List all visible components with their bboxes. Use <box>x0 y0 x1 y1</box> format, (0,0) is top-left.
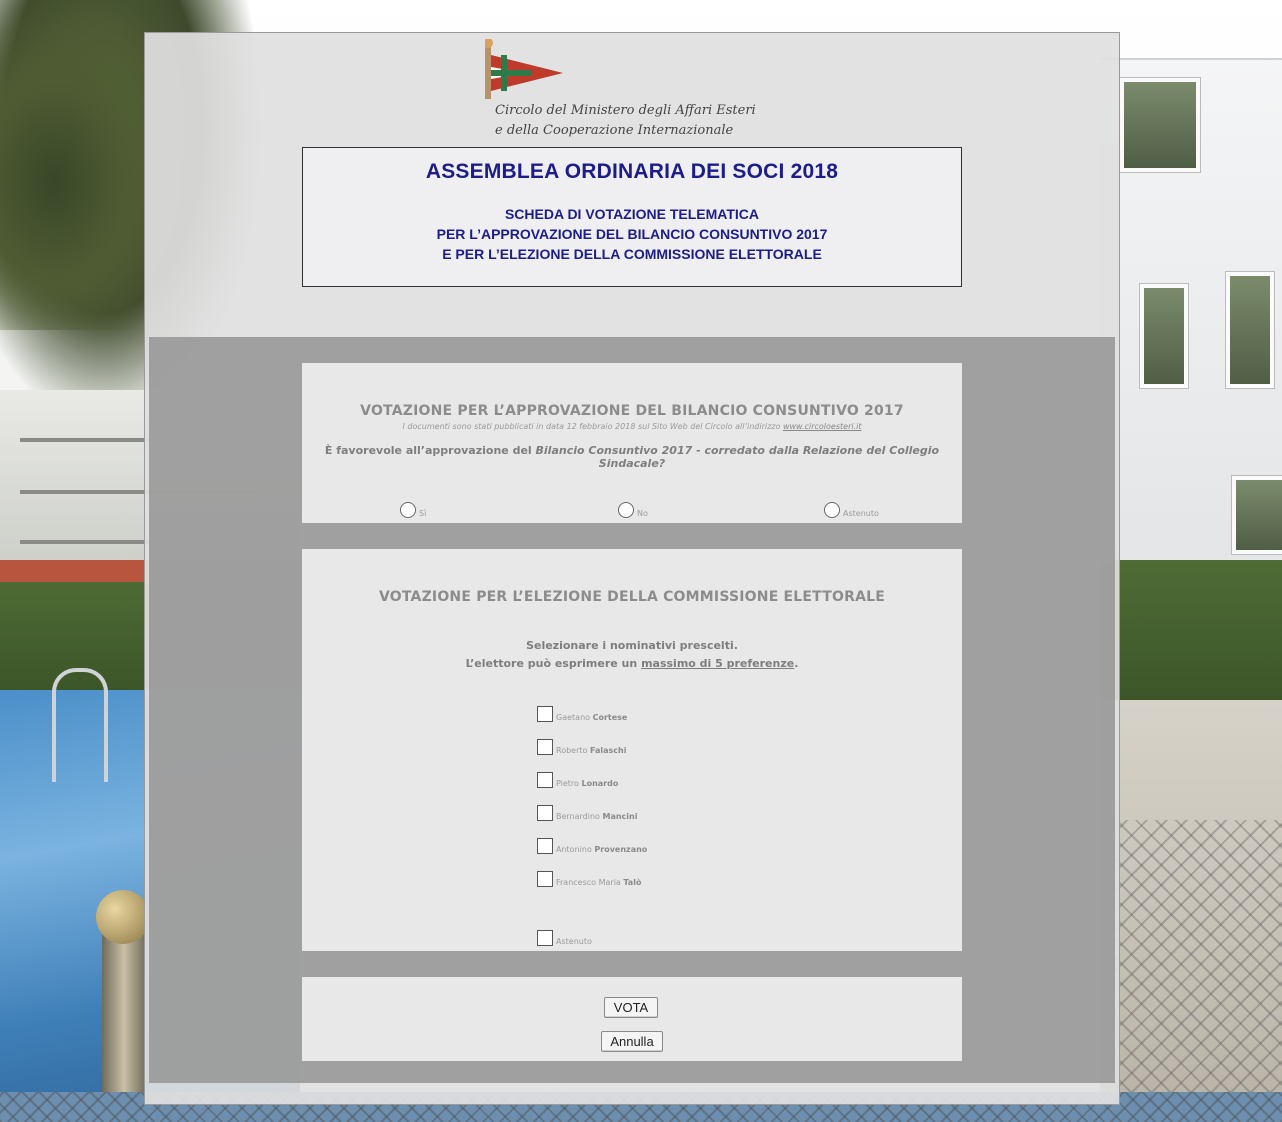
bg-window <box>1120 78 1200 172</box>
page-subtitle: SCHEDA DI VOTAZIONE TELEMATICA PER L’APP… <box>303 204 961 264</box>
option-astenuto-label: Astenuto <box>843 509 879 518</box>
ballot-frame: Circolo del Ministero degli Affari Ester… <box>144 32 1120 1105</box>
radio-astenuto[interactable] <box>824 501 840 518</box>
instr-max: massimo di 5 preferenze <box>641 657 795 670</box>
club-name-line2: e della Cooperazione Internazionale <box>495 123 734 138</box>
option-no[interactable]: No <box>618 499 648 519</box>
candidate-first: Gaetano <box>556 713 591 722</box>
bg-pool-ladder <box>52 668 108 782</box>
candidate-item[interactable]: Bernardino Mancini <box>537 802 837 835</box>
candidate-last: Talò <box>623 878 642 887</box>
abstain-label: Astenuto <box>556 937 592 946</box>
commissione-instructions: Selezionare i nominativi prescelti. L’el… <box>302 637 962 673</box>
candidate-item[interactable]: Pietro Lonardo <box>537 769 837 802</box>
candidate-checkbox[interactable] <box>537 804 553 821</box>
bilancio-section: VOTAZIONE PER L’APPROVAZIONE DEL BILANCI… <box>302 363 962 523</box>
candidate-checkbox[interactable] <box>537 705 553 722</box>
candidate-label: Pietro Lonardo <box>556 779 618 788</box>
bilancio-options: Sì No Astenuto <box>302 499 962 519</box>
candidate-label: Roberto Falaschi <box>556 746 626 755</box>
instr-line2: L’elettore può esprimere un massimo di 5… <box>302 655 962 673</box>
commissione-section: VOTAZIONE PER L’ELEZIONE DELLA COMMISSIO… <box>302 549 962 951</box>
site-link[interactable]: www.circoloesteri.it <box>783 422 862 431</box>
bg-window <box>1140 284 1188 388</box>
candidate-last: Lonardo <box>581 779 619 788</box>
bg-hedge <box>1100 560 1282 710</box>
candidate-last: Provenzano <box>594 845 648 854</box>
candidate-first: Bernardino <box>556 812 600 821</box>
option-no-label: No <box>637 509 648 518</box>
club-logo: Circolo del Ministero degli Affari Ester… <box>485 39 785 147</box>
note-text: I documenti sono stati pubblicati in dat… <box>402 422 781 431</box>
radio-no[interactable] <box>618 501 634 518</box>
candidate-first: Francesco Maria <box>556 878 621 887</box>
candidate-list: Gaetano Cortese Roberto Falaschi Pietro … <box>537 703 837 901</box>
candidate-first: Roberto <box>556 746 588 755</box>
candidate-label: Francesco Maria Talò <box>556 878 641 887</box>
flag-icon <box>485 39 563 99</box>
page-title: ASSEMBLEA ORDINARIA DEI SOCI 2018 <box>425 160 839 183</box>
annulla-button[interactable]: Annulla <box>601 1031 663 1052</box>
instr-prefix: L’elettore può esprimere un <box>465 657 638 670</box>
candidate-checkbox[interactable] <box>537 870 553 887</box>
option-si-label: Sì <box>419 509 427 518</box>
candidate-first: Antonino <box>556 845 592 854</box>
candidate-label: Bernardino Mancini <box>556 812 637 821</box>
candidate-label: Gaetano Cortese <box>556 713 627 722</box>
question-prefix: È favorevole all’approvazione del <box>324 444 532 457</box>
radio-si[interactable] <box>400 501 416 518</box>
actions-section: VOTA Annulla <box>302 977 962 1061</box>
subtitle-line: SCHEDA DI VOTAZIONE TELEMATICA <box>504 206 760 222</box>
option-si[interactable]: Sì <box>400 499 426 519</box>
bg-window <box>1226 272 1274 388</box>
instr-line1: Selezionare i nominativi prescelti. <box>526 639 738 652</box>
bilancio-note: I documenti sono stati pubblicati in dat… <box>302 422 962 431</box>
vota-button[interactable]: VOTA <box>604 997 658 1018</box>
ballot-header: ASSEMBLEA ORDINARIA DEI SOCI 2018 SCHEDA… <box>302 147 962 287</box>
bilancio-title: VOTAZIONE PER L’APPROVAZIONE DEL BILANCI… <box>360 403 904 419</box>
question-italic: Bilancio Consuntivo 2017 - corredato dal… <box>535 444 940 470</box>
bg-net <box>1100 820 1282 1122</box>
subtitle-line: PER L’APPROVAZIONE DEL BILANCIO CONSUNTI… <box>436 226 828 242</box>
candidate-last: Mancini <box>602 812 638 821</box>
bg-window <box>1232 476 1282 554</box>
candidate-label: Antonino Provenzano <box>556 845 647 854</box>
bilancio-question: È favorevole all’approvazione del Bilanc… <box>302 444 962 470</box>
candidate-checkbox[interactable] <box>537 771 553 788</box>
bg-post-ball <box>96 890 150 944</box>
candidate-checkbox[interactable] <box>537 837 553 854</box>
candidate-item[interactable]: Roberto Falaschi <box>537 736 837 769</box>
abstain-item[interactable]: Astenuto <box>537 927 592 946</box>
option-astenuto[interactable]: Astenuto <box>824 499 879 519</box>
candidate-item[interactable]: Antonino Provenzano <box>537 835 837 868</box>
candidate-first: Pietro <box>556 779 579 788</box>
club-name: Circolo del Ministero degli Affari Ester… <box>495 101 785 141</box>
candidate-last: Falaschi <box>589 746 627 755</box>
subtitle-line: E PER L’ELEZIONE DELLA COMMISSIONE ELETT… <box>442 246 822 262</box>
instr-suffix: . <box>794 657 799 670</box>
candidate-last: Cortese <box>592 713 628 722</box>
abstain-checkbox[interactable] <box>537 929 553 946</box>
commissione-title: VOTAZIONE PER L’ELEZIONE DELLA COMMISSIO… <box>378 589 886 605</box>
candidate-checkbox[interactable] <box>537 738 553 755</box>
club-name-line1: Circolo del Ministero degli Affari Ester… <box>495 103 756 118</box>
form-area: VOTAZIONE PER L’APPROVAZIONE DEL BILANCI… <box>149 337 1115 1083</box>
candidate-item[interactable]: Gaetano Cortese <box>537 703 837 736</box>
candidate-item[interactable]: Francesco Maria Talò <box>537 868 837 901</box>
